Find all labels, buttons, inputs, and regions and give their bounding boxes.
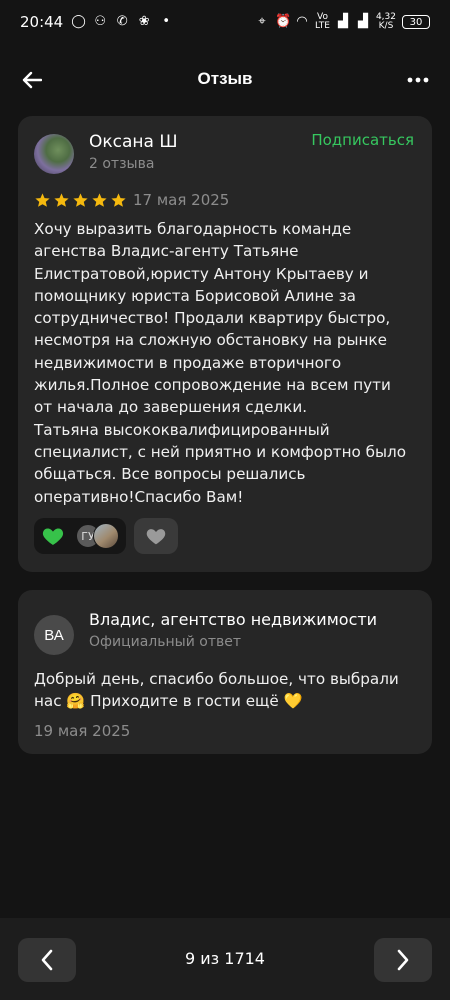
star-icon	[111, 193, 126, 207]
battery-level: 30	[409, 16, 423, 28]
location-icon: ⌖	[258, 14, 266, 29]
reply-author-name: Владис, агентство недвижимости	[89, 610, 378, 629]
battery-icon: 30	[402, 15, 430, 29]
notification-icon: ◯	[71, 14, 86, 29]
like-button[interactable]	[134, 518, 178, 554]
next-review-button[interactable]	[374, 938, 432, 982]
pager-bar: 9 из 1714	[0, 918, 450, 1000]
network-speed: 4,32 K/S	[375, 12, 396, 31]
star-icon	[54, 193, 69, 207]
status-time: 20:44	[20, 13, 64, 31]
reactions-summary[interactable]: ГУ	[34, 518, 126, 554]
more-dots-icon	[407, 77, 429, 83]
rating-stars	[34, 192, 127, 209]
review-author-count: 2 отзыва	[89, 156, 155, 172]
wifi-icon: ◠	[296, 14, 308, 29]
review-date: 17 мая 2025	[133, 191, 230, 209]
review-card: Оксана Ш 2 отзыва Подписаться 17 мая 202…	[18, 116, 432, 572]
more-notifications-icon: •	[162, 14, 171, 29]
top-app-bar: Отзыв	[0, 52, 450, 106]
status-bar: 20:44 ◯ ⚇ ✆ ❀ • ⌖ ⏰ ◠ Vo LTE ▟ ▟ 4,32 K/…	[0, 0, 450, 44]
signal-icon: ▟	[357, 14, 368, 29]
signal-icon: ▟	[337, 14, 348, 29]
more-button[interactable]	[404, 66, 432, 94]
green-heart-icon	[42, 528, 64, 545]
star-icon	[35, 193, 50, 207]
review-text: Хочу выразить благодарность команде аген…	[34, 220, 406, 506]
notification-icon: ⚇	[94, 14, 107, 29]
heart-icon	[146, 529, 166, 545]
alarm-icon: ⏰	[274, 14, 292, 29]
chevron-right-icon	[397, 949, 409, 971]
missed-call-icon: ✆	[116, 14, 128, 29]
app-notification-icon: ❀	[138, 14, 150, 29]
reply-date: 19 мая 2025	[34, 722, 131, 740]
star-icon	[92, 193, 107, 207]
page-title: Отзыв	[197, 69, 253, 88]
reply-text: Добрый день, спасибо большое, что выбрал…	[34, 670, 399, 711]
avatar: ВА	[34, 615, 74, 655]
back-button[interactable]	[18, 66, 46, 94]
avatar[interactable]	[34, 134, 74, 174]
subscribe-button[interactable]: Подписаться	[311, 131, 414, 149]
reaction-avatar	[93, 523, 119, 549]
review-author-name[interactable]: Оксана Ш	[89, 132, 178, 152]
star-icon	[73, 193, 88, 207]
arrow-left-icon	[22, 71, 42, 89]
reply-author-label: Официальный ответ	[89, 634, 241, 650]
official-reply-card: ВА Владис, агентство недвижимости Официа…	[18, 590, 432, 754]
volte-label: Vo LTE	[314, 12, 330, 31]
